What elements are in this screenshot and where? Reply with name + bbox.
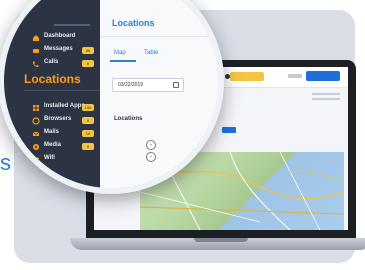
sidebar-item-label: Mails [44,129,60,135]
sidebar-item-messages[interactable]: Messages 86 [32,45,98,57]
status-pill[interactable] [230,72,264,81]
card-title: Locations [114,116,143,122]
calendar-icon [173,82,179,88]
sidebar-item-installed-apps[interactable]: Installed Apps 156 [32,102,98,114]
tab-map[interactable]: Map [114,50,126,56]
date-value: 03/22/2019 [118,82,144,88]
media-icon [33,144,39,150]
sidebar-item-label: Calls [44,59,59,65]
tab-table[interactable]: Table [144,50,158,56]
divider [24,90,100,91]
sidebar-item-label: Browsers [44,116,72,122]
zoom-in-button[interactable]: + [146,140,156,150]
wifi-icon [32,157,40,163]
brand-logo [54,24,90,26]
date-picker[interactable]: 03/22/2019 [112,78,184,92]
magnifier-lens: Dashboard Messages 86 Calls 8 Locations … [0,0,224,194]
sidebar-item-mails[interactable]: Mails 19 [32,128,98,140]
sidebar-item-calls[interactable]: Calls 8 [32,58,98,70]
sidebar-section-locations[interactable]: Locations [24,72,81,86]
mail-icon [32,131,40,136]
page-title: Locations [112,18,155,28]
divider [100,36,218,37]
apps-icon [33,105,39,111]
count-badge: 8 [82,143,94,150]
sidebar: Dashboard Messages 86 Calls 8 Locations … [4,0,100,188]
count-badge: 86 [82,47,94,54]
sidebar-item-label: Wifi [44,155,55,161]
topbar-action-button[interactable] [306,71,340,81]
count-badge: 8 [82,117,94,124]
browser-icon [32,117,40,125]
count-badge: 8 [82,60,94,67]
apply-button[interactable] [222,127,236,133]
sidebar-item-label: Media [44,142,62,148]
sidebar-item-browsers[interactable]: Browsers 8 [32,115,98,127]
count-badge: 19 [82,130,94,137]
sidebar-item-wifi[interactable]: Wifi [32,154,98,166]
zoom-out-button[interactable]: − [146,152,156,162]
locations-panel: Locations Map Table 03/22/2019 Locations… [100,0,218,188]
phone-icon [33,61,39,67]
laptop-hinge [194,238,248,242]
home-icon [33,35,39,41]
active-tab-indicator [110,60,136,62]
sidebar-item-label: Installed Apps [44,103,85,109]
sidebar-item-dashboard[interactable]: Dashboard [32,32,98,44]
sidebar-item-label: Messages [44,46,73,52]
sidebar-item-media[interactable]: Media 8 [32,141,98,153]
count-badge: 156 [82,104,94,111]
user-menu[interactable] [288,74,302,78]
sidebar-item-label: Dashboard [44,33,76,39]
device-info [312,93,340,103]
message-icon [33,49,39,53]
